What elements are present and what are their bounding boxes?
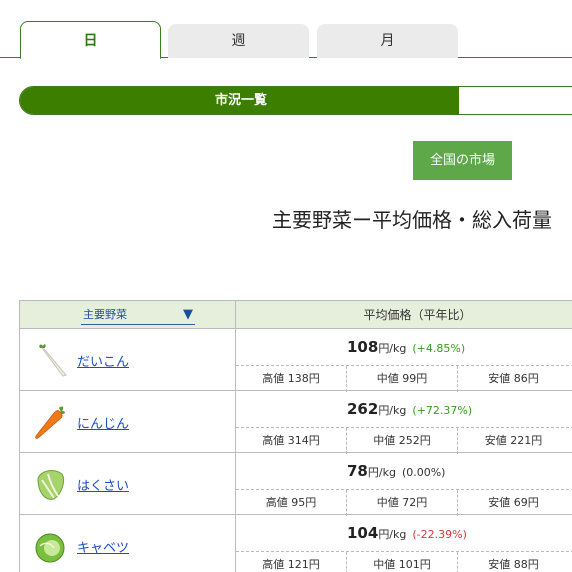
- vegetable-link[interactable]: はくさい: [77, 475, 129, 494]
- low-price: 安値 69円: [488, 496, 539, 509]
- low-price: 安値 86円: [488, 372, 539, 385]
- period-tabs: 日 週 月: [0, 0, 572, 59]
- table-header: 主要野菜 ▼ 平均価格（平年比）: [19, 301, 572, 329]
- vegetable-link[interactable]: だいこん: [77, 351, 129, 370]
- price-unit: 円/kg: [378, 404, 407, 417]
- table-header-left: 主要野菜 ▼: [19, 301, 236, 329]
- mid-price: 中値 72円: [347, 490, 458, 516]
- market-overview-bar: 市況一覧: [19, 86, 572, 115]
- high-price: 高値 95円: [236, 490, 347, 516]
- table-row: にんじん 262円/kg (+72.37%) 高値 314円 中値 252円 安値…: [19, 391, 572, 454]
- row-name-cell: はくさい: [19, 453, 236, 515]
- change-percent: (+4.85%): [412, 342, 466, 355]
- high-price: 高値 138円: [236, 366, 347, 392]
- row-price-cell: 108円/kg (+4.85%) 高値 138円 中値 99円 安値 86円: [236, 329, 572, 392]
- price-range: 高値 95円 中値 72円 安値 69円: [236, 489, 572, 516]
- row-price-cell: 262円/kg (+72.37%) 高値 314円 中値 252円 安値 221円: [236, 391, 572, 454]
- row-name-cell: にんじん: [19, 391, 236, 453]
- row-price-cell: 78円/kg (0.00%) 高値 95円 中値 72円 安値 69円: [236, 453, 572, 516]
- low-price: 安値 221円: [484, 434, 543, 447]
- price-range: 高値 314円 中値 252円 安値 221円: [236, 427, 572, 454]
- price-unit: 円/kg: [378, 528, 407, 541]
- carrot-icon: [35, 406, 65, 439]
- average-price: 262円/kg (+72.37%): [236, 391, 572, 427]
- cabbage-icon: [35, 533, 65, 563]
- table-row: だいこん 108円/kg (+4.85%) 高値 138円 中値 99円 安値 8…: [19, 329, 572, 392]
- average-price-value: 78: [347, 462, 368, 480]
- average-price-value: 262: [347, 400, 379, 418]
- tab-week[interactable]: 週: [168, 24, 309, 58]
- price-range: 高値 138円 中値 99円 安値 86円: [236, 365, 572, 392]
- price-unit: 円/kg: [378, 342, 407, 355]
- mid-price: 中値 101円: [347, 552, 458, 572]
- row-name-cell: だいこん: [19, 329, 236, 391]
- change-percent: (0.00%): [401, 466, 446, 479]
- page-title: 主要野菜ー平均価格・総入荷量: [272, 208, 552, 232]
- market-overview-label: 市況一覧: [214, 93, 267, 108]
- average-price-value: 104: [347, 524, 379, 542]
- high-price: 高値 121円: [236, 552, 347, 572]
- table-row: はくさい 78円/kg (0.00%) 高値 95円 中値 72円 安値 69円: [19, 453, 572, 516]
- mid-price: 中値 252円: [347, 428, 458, 454]
- change-percent: (+72.37%): [412, 404, 473, 417]
- national-markets-button[interactable]: 全国の市場: [413, 141, 512, 180]
- vegetable-link[interactable]: キャベツ: [77, 537, 129, 556]
- average-price: 78円/kg (0.00%): [236, 453, 572, 489]
- row-price-cell: 104円/kg (-22.39%) 高値 121円 中値 101円 安値 88円: [236, 515, 572, 572]
- table-row: キャベツ 104円/kg (-22.39%) 高値 121円 中値 101円 安値…: [19, 515, 572, 572]
- vegetable-link[interactable]: にんじん: [77, 413, 129, 432]
- price-range: 高値 121円 中値 101円 安値 88円: [236, 551, 572, 572]
- tab-month[interactable]: 月: [317, 24, 458, 58]
- dropdown-triangle-icon: ▼: [183, 307, 193, 322]
- row-name-cell: キャベツ: [19, 515, 236, 572]
- mid-price: 中値 99円: [347, 366, 458, 392]
- average-price: 104円/kg (-22.39%): [236, 515, 572, 551]
- average-price-value: 108: [347, 338, 379, 356]
- daikon-icon: [39, 344, 67, 377]
- change-percent: (-22.39%): [412, 528, 467, 541]
- price-unit: 円/kg: [367, 466, 396, 479]
- tab-day[interactable]: 日: [20, 21, 161, 59]
- low-price: 安値 88円: [488, 558, 539, 571]
- average-price-header: 平均価格（平年比）: [363, 308, 472, 322]
- category-select-value: 主要野菜: [83, 308, 127, 321]
- price-table: 主要野菜 ▼ 平均価格（平年比） だいこん 108円/kg (+4.85%) 高値…: [19, 300, 572, 572]
- high-price: 高値 314円: [236, 428, 347, 454]
- napa-cabbage-icon: [37, 470, 65, 500]
- category-select[interactable]: 主要野菜 ▼: [81, 306, 195, 325]
- average-price: 108円/kg (+4.85%): [236, 329, 572, 365]
